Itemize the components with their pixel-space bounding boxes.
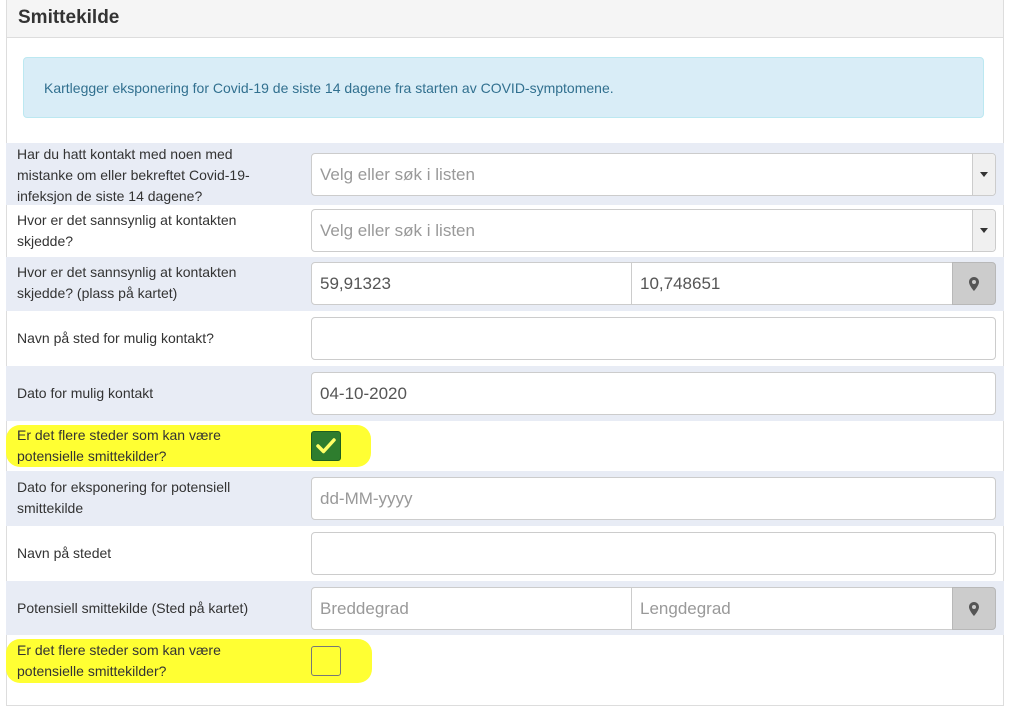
map-marker-icon [969, 276, 979, 291]
contact-where-select[interactable]: Velg eller søk i listen [311, 209, 996, 252]
source-longitude-input[interactable]: Lengdegrad [631, 587, 953, 630]
panel-heading: Smittekilde [7, 0, 1003, 38]
source-map-pin-button[interactable] [952, 587, 996, 630]
contact-date-label: Dato for mulig kontakt [17, 385, 154, 401]
exposure-date-input[interactable]: dd-MM-yyyy [311, 477, 996, 520]
contact-known-select[interactable]: Velg eller søk i listen [311, 153, 996, 196]
location-name-input[interactable] [311, 532, 996, 575]
more-places-2-label: Er det flere steder som kan være potensi… [17, 642, 221, 679]
contact-date-input[interactable]: 04-10-2020 [311, 372, 996, 415]
source-map-label: Potensiell smittekilde (Sted på kartet) [17, 600, 249, 616]
contact-map-pin-button[interactable] [952, 262, 996, 305]
panel-title: Smittekilde [18, 7, 120, 28]
chevron-down-icon[interactable] [972, 210, 995, 251]
map-marker-icon [969, 601, 979, 616]
more-places-1-checkbox[interactable] [311, 431, 341, 461]
checkmark-icon [316, 438, 336, 454]
contact-where-label: Hvor er det sannsynlig at kontakten skje… [17, 212, 237, 249]
row-more-places-2: Er det flere steder som kan være potensi… [6, 635, 1004, 685]
more-places-1-label: Er det flere steder som kan være potensi… [17, 427, 221, 464]
exposure-date-label: Dato for eksponering for potensiell smit… [17, 479, 231, 516]
contact-known-label: Har du hatt kontakt med noen med mistank… [17, 146, 250, 204]
row-more-places-1: Er det flere steder som kan være potensi… [6, 421, 1004, 471]
place-name-label: Navn på sted for mulig kontakt? [17, 330, 214, 346]
info-alert-text: Kartlegger eksponering for Covid-19 de s… [44, 80, 614, 96]
location-name-label: Navn på stedet [17, 545, 112, 561]
contact-map-label: Hvor er det sannsynlig at kontakten skje… [17, 264, 237, 301]
chevron-down-icon[interactable] [972, 154, 995, 195]
more-places-2-checkbox[interactable] [311, 646, 341, 676]
info-alert: Kartlegger eksponering for Covid-19 de s… [23, 57, 984, 118]
contact-latitude-input[interactable]: 59,91323 [311, 262, 632, 305]
place-name-input[interactable] [311, 317, 996, 360]
source-latitude-input[interactable]: Breddegrad [311, 587, 632, 630]
contact-longitude-input[interactable]: 10,748651 [631, 262, 953, 305]
